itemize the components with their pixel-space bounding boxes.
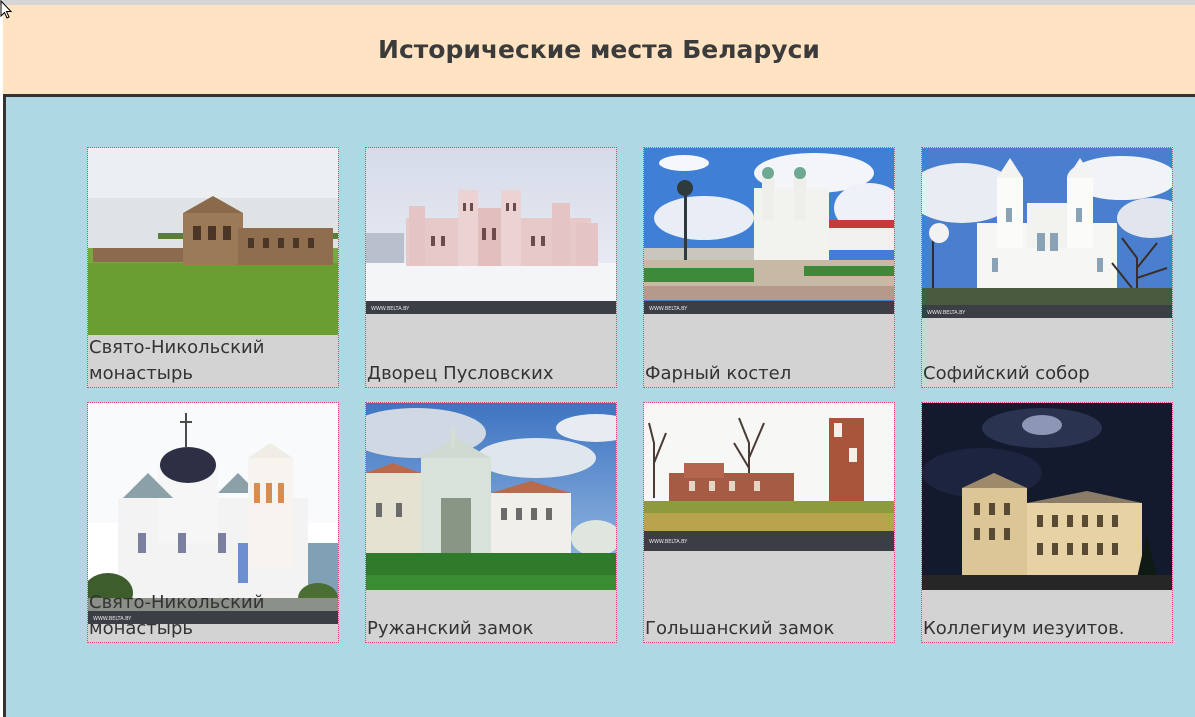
place-card[interactable]: WWW.BELTA.BY Фарный костел — [643, 147, 895, 388]
watermark-text: WWW.BELTA.BY — [649, 306, 688, 312]
watermark-text: WWW.BELTA.BY — [649, 539, 688, 545]
place-name: Дворец Пусловских — [367, 363, 554, 384]
place-photo[interactable] — [88, 148, 338, 335]
place-name: Свято-Никольский монастырь — [89, 592, 265, 639]
place-photo[interactable]: WWW.BELTA.BY — [922, 148, 1172, 318]
place-card[interactable]: Ружанский замок — [365, 402, 617, 643]
place-photo[interactable]: WWW.BELTA.BY — [644, 148, 894, 314]
place-name: Свято-Никольский монастырь — [89, 337, 265, 384]
place-photo[interactable]: WWW.BELTA.BY — [366, 148, 616, 314]
place-card[interactable]: WWW.BELTA.BY Гольшанский замок — [643, 402, 895, 643]
place-name: Софийский собор — [923, 363, 1090, 384]
place-name: Коллегиум иезуитов. — [923, 618, 1125, 639]
place-name: Ружанский замок — [367, 618, 534, 639]
place-photo[interactable] — [922, 403, 1172, 590]
place-photo[interactable]: WWW.BELTA.BY — [644, 403, 894, 551]
page-title: Исторические места Беларуси — [378, 35, 820, 64]
place-card[interactable]: WWW.BELTA.BY Дворец Пусловских — [365, 147, 617, 388]
place-card[interactable]: WWW.BELTA.BY Софийский собор — [921, 147, 1173, 388]
gallery: Свято-Никольский монастырь WWW.BELTA.BY … — [3, 94, 1195, 717]
mouse-cursor-icon — [0, 0, 13, 19]
place-card[interactable]: Коллегиум иезуитов. — [921, 402, 1173, 643]
place-card[interactable]: Свято-Никольский монастырь — [87, 147, 339, 388]
place-name: Гольшанский замок — [645, 618, 835, 639]
place-name: Фарный костел — [645, 363, 792, 384]
watermark-text: WWW.BELTA.BY — [371, 306, 410, 312]
watermark-text: WWW.BELTA.BY — [927, 310, 966, 316]
place-card[interactable]: WWW.BELTA.BY Свято-Никольский монастырь — [87, 402, 339, 643]
page-header: Исторические места Беларуси — [3, 5, 1195, 94]
place-photo[interactable] — [366, 403, 616, 590]
